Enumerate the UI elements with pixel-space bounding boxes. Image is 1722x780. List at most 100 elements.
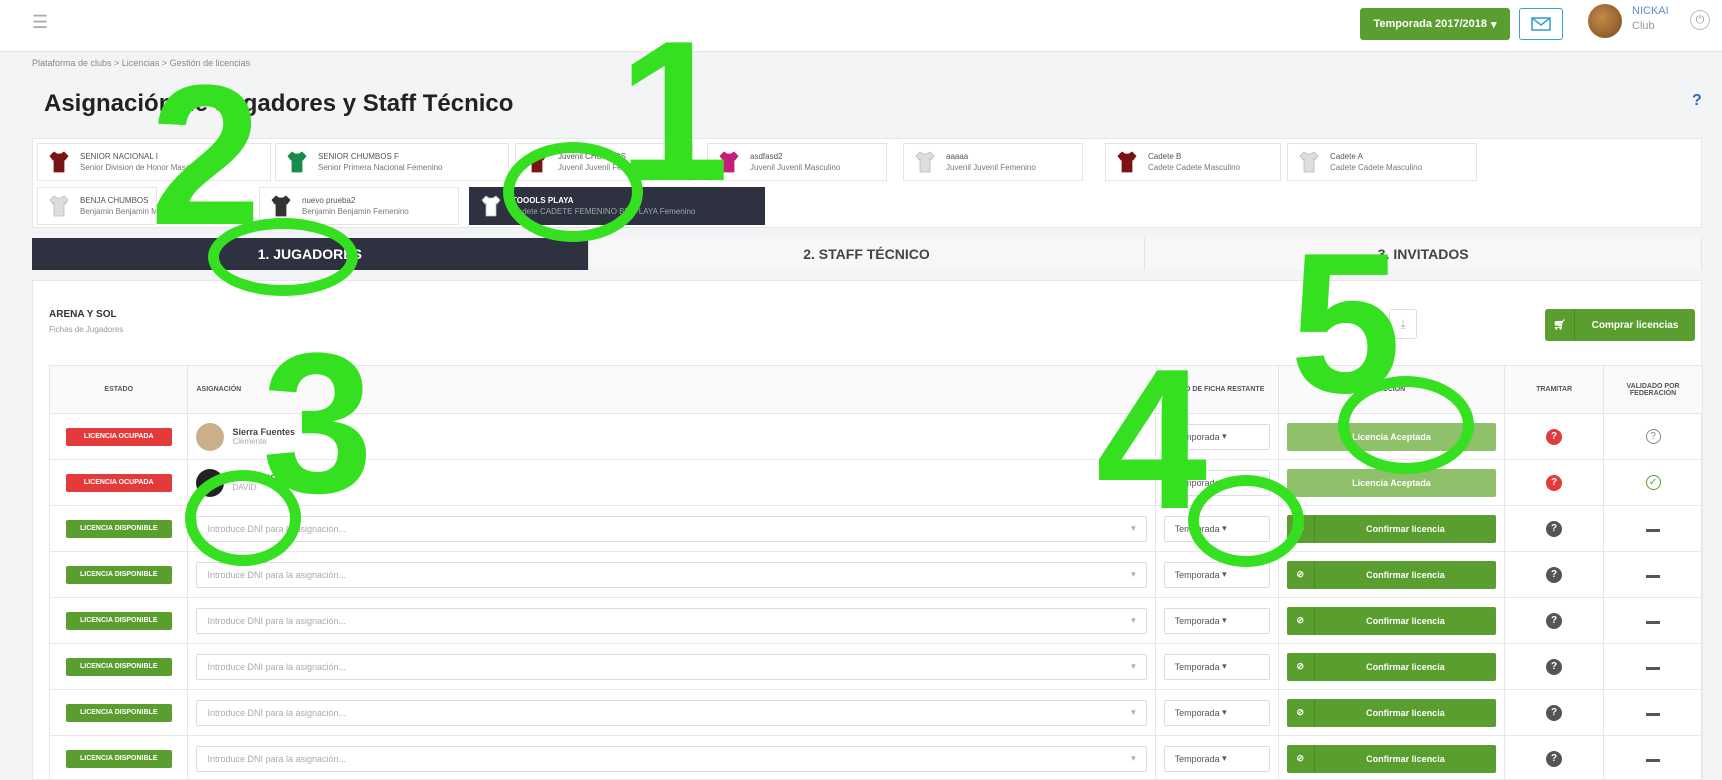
confirm-license-button[interactable]: ⊘ Confirmar licencia: [1286, 606, 1497, 635]
team-card[interactable]: asdfasd2 Juvenil Juvenil Masculino: [707, 143, 887, 181]
team-name: aaaaa: [946, 152, 969, 161]
annotation-ring-5: [1338, 376, 1474, 474]
confirm-license-button[interactable]: ⊘ Confirmar licencia: [1286, 744, 1497, 773]
dni-input[interactable]: Introduce DNI para la asignación... ▾: [196, 745, 1147, 772]
team-name: nuevo prueba2: [302, 196, 356, 205]
license-status-badge: LICENCIA DISPONIBLE: [65, 703, 172, 722]
jersey-icon: [1117, 151, 1137, 173]
dash-icon: [1646, 574, 1661, 578]
dropdown-caret-icon: ▾: [1131, 661, 1136, 671]
pending-icon: ?: [1645, 429, 1661, 444]
dropdown-caret-icon: ▾: [1131, 569, 1136, 579]
check-circle-icon: ⊘: [1287, 560, 1315, 589]
confirm-license-button[interactable]: ⊘ Confirmar licencia: [1286, 514, 1497, 543]
team-card[interactable]: BENJA CHUMBOS Benjamin Benjamin Masculino: [37, 187, 157, 225]
jersey-icon: [481, 195, 501, 217]
season-dropdown-label: Temporada: [1174, 661, 1220, 672]
jersey-icon: [271, 195, 291, 217]
question-icon[interactable]: ?: [1546, 750, 1563, 767]
team-name: asdfasd2: [750, 152, 783, 161]
team-name: SENIOR CHUMBOS F: [318, 152, 399, 161]
dni-input[interactable]: Introduce DNI para la asignación... ▾: [196, 607, 1147, 634]
table-row: LICENCIA DISPONIBLE Introduce DNI para la…: [48, 643, 1703, 690]
dni-input[interactable]: Introduce DNI para la asignación... ▾: [196, 699, 1147, 726]
confirm-license-label: Confirmar licencia: [1366, 661, 1445, 672]
team-category: Benjamin Benjamin Masculino: [80, 207, 156, 216]
season-dropdown[interactable]: Temporada ▾: [1163, 653, 1270, 680]
confirm-license-button[interactable]: ⊘ Confirmar licencia: [1286, 560, 1497, 589]
team-card[interactable]: SENIOR CHUMBOS F Senior Primera Nacional …: [275, 143, 509, 181]
dni-placeholder: Introduce DNI para la asignación...: [207, 569, 347, 580]
user-name[interactable]: NICKAI: [1632, 5, 1669, 18]
annotation-ring-1: [503, 142, 643, 242]
user-avatar[interactable]: [1588, 4, 1622, 38]
annotation-ring-3: [185, 470, 301, 566]
caret-down-icon: ▾: [1491, 18, 1497, 31]
team-name: BENJA CHUMBOS: [80, 196, 149, 205]
question-icon[interactable]: ?: [1546, 704, 1563, 721]
team-card[interactable]: Cadete A Cadete Cadete Masculino: [1287, 143, 1477, 181]
license-status-badge: LICENCIA OCUPADA: [65, 427, 172, 446]
hamburger-icon[interactable]: ☰: [32, 12, 48, 33]
dropdown-caret-icon: ▾: [1131, 707, 1136, 717]
dni-placeholder: Introduce DNI para la asignación...: [207, 615, 347, 626]
season-dropdown-label: Temporada: [1174, 753, 1220, 764]
col-estado: ESTADO: [48, 365, 189, 414]
dropdown-caret-icon: ▾: [1131, 615, 1136, 625]
team-category: Benjamin Benjamin Femenino: [302, 207, 409, 216]
buy-licenses-label: Comprar licencias: [1591, 319, 1679, 331]
check-circle-icon: ⊘: [1287, 698, 1315, 727]
annotation-ring-2: [208, 218, 358, 296]
license-status-badge: LICENCIA DISPONIBLE: [65, 749, 172, 768]
team-category: Senior Primera Nacional Femenino: [318, 163, 443, 172]
confirm-license-label: Confirmar licencia: [1366, 753, 1445, 764]
player-avatar: [196, 422, 225, 451]
tab-staff-tecnico[interactable]: 2. STAFF TÉCNICO: [588, 238, 1146, 270]
question-icon[interactable]: ?: [1546, 566, 1563, 583]
question-icon[interactable]: ?: [1546, 612, 1563, 629]
dni-input[interactable]: Introduce DNI para la asignación... ▾: [196, 653, 1147, 680]
power-icon[interactable]: ⏻: [1690, 10, 1710, 30]
user-club: Club: [1632, 20, 1655, 32]
dni-input[interactable]: Introduce DNI para la asignación... ▾: [196, 561, 1147, 588]
license-status-badge: LICENCIA DISPONIBLE: [65, 565, 172, 584]
season-dropdown-label: Temporada: [1174, 615, 1220, 626]
team-name: Cadete B: [1148, 152, 1182, 161]
question-icon[interactable]: ?: [1546, 520, 1563, 537]
season-dropdown[interactable]: Temporada ▾: [1163, 745, 1270, 772]
check-circle-icon: ⊘: [1287, 606, 1315, 635]
cart-icon: 🛒︎: [1545, 309, 1575, 341]
question-icon[interactable]: ?: [1546, 474, 1563, 491]
question-icon[interactable]: ?: [1546, 658, 1563, 675]
table-row: LICENCIA DISPONIBLE Introduce DNI para la…: [48, 597, 1703, 644]
team-name: Cadete A: [1330, 152, 1363, 161]
team-category: Cadete Cadete Masculino: [1148, 163, 1241, 172]
mail-button[interactable]: [1519, 8, 1563, 40]
jersey-icon: [287, 151, 307, 173]
table-row: LICENCIA DISPONIBLE Introduce DNI para la…: [48, 689, 1703, 736]
team-card[interactable]: aaaaa Juvenil Juvenil Femenino: [903, 143, 1083, 181]
dash-icon: [1646, 666, 1661, 670]
annotation-ring-4: [1188, 475, 1304, 567]
season-dropdown[interactable]: Temporada ▾: [1163, 607, 1270, 634]
confirm-license-button[interactable]: ⊘ Confirmar licencia: [1286, 698, 1497, 727]
season-dropdown[interactable]: Temporada ▾: [1163, 699, 1270, 726]
confirm-license-label: Confirmar licencia: [1366, 569, 1445, 580]
confirm-license-button[interactable]: ⊘ Confirmar licencia: [1286, 652, 1497, 681]
license-status-badge: LICENCIA OCUPADA: [65, 473, 172, 492]
tab-invitados[interactable]: 3. INVITADOS: [1145, 238, 1703, 270]
section-subtitle: Fichas de Jugadores: [49, 325, 124, 334]
mail-icon: [1531, 17, 1551, 31]
section-title: ARENA Y SOL: [49, 309, 117, 320]
check-circle-icon: ⊘: [1287, 744, 1315, 773]
season-selector[interactable]: Temporada 2017/2018 ▾: [1360, 8, 1510, 40]
season-dropdown-label: Temporada: [1174, 569, 1220, 580]
season-dropdown-label: Temporada: [1174, 707, 1220, 718]
dash-icon: [1646, 758, 1661, 762]
confirm-license-label: Confirmar licencia: [1366, 615, 1445, 626]
help-icon[interactable]: ?: [1692, 92, 1710, 110]
question-icon[interactable]: ?: [1546, 428, 1563, 445]
buy-licenses-button[interactable]: 🛒︎ Comprar licencias: [1545, 309, 1695, 341]
team-card[interactable]: Cadete B Cadete Cadete Masculino: [1105, 143, 1281, 181]
jersey-icon: [49, 151, 69, 173]
